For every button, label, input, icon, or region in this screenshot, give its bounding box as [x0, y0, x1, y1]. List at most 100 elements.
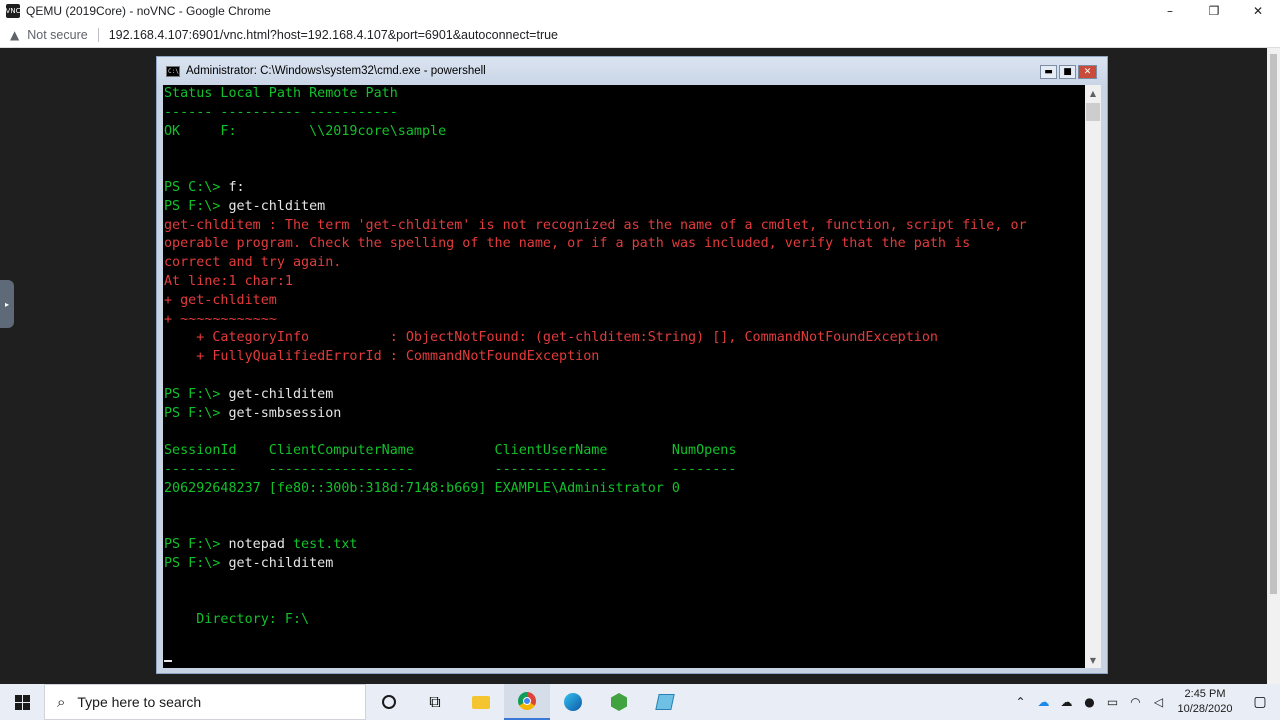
- console-line: ------ ---------- -----------: [164, 104, 1085, 123]
- console-text: Status Local Path Remote Path ------ ----…: [163, 85, 1085, 630]
- console-segment: Status Local Path Remote Path: [164, 86, 398, 101]
- console-segment: get-childitem: [228, 386, 334, 402]
- vnc-canvas[interactable]: ▸ C:\ Administrator: C:\Windows\system32…: [0, 48, 1280, 684]
- console-line: PS F:\> get-chlditem: [164, 198, 1085, 217]
- console-segment: operable program. Check the spelling of …: [164, 236, 971, 252]
- browser-close-button[interactable]: ✕: [1236, 0, 1280, 22]
- browser-minimize-button[interactable]: –: [1148, 0, 1192, 22]
- scroll-thumb[interactable]: [1086, 103, 1100, 121]
- server-app-button[interactable]: [596, 684, 642, 720]
- system-tray: ⌃ ☁ ☁ ● ▭ ◠ ◁ 2:45 PM 10/28/2020 ▢: [1009, 684, 1280, 720]
- console-segment: --------- ------------------ -----------…: [164, 461, 737, 477]
- address-bar[interactable]: ▲ Not secure 192.168.4.107:6901/vnc.html…: [0, 22, 1280, 48]
- vnc-app-icon: VNC: [6, 4, 20, 18]
- wifi-icon[interactable]: ◠: [1124, 695, 1147, 709]
- console-segment: SessionId ClientComputerName ClientUserN…: [164, 443, 737, 459]
- warning-icon[interactable]: ▲: [10, 28, 19, 42]
- console-segment: get-chlditem : The term 'get-chlditem' i…: [164, 217, 1027, 233]
- browser-maximize-button[interactable]: ❐: [1192, 0, 1236, 22]
- speaker-icon[interactable]: ◁: [1147, 695, 1170, 709]
- console-segment: At line:1 char:1: [164, 273, 293, 289]
- chrome-icon: [518, 692, 536, 710]
- page-scrollbar[interactable]: [1267, 48, 1280, 684]
- cmd-title-bar[interactable]: C:\ Administrator: C:\Windows\system32\c…: [157, 57, 1107, 85]
- cmd-maximize-button[interactable]: ■: [1059, 65, 1076, 79]
- console-line: + FullyQualifiedErrorId : CommandNotFoun…: [164, 348, 1085, 367]
- notification-center-icon[interactable]: ▢: [1240, 694, 1280, 710]
- cmd-minimize-button[interactable]: ▬: [1040, 65, 1057, 79]
- network-icon[interactable]: ▭: [1101, 695, 1124, 709]
- taskbar-clock[interactable]: 2:45 PM 10/28/2020: [1174, 687, 1236, 717]
- clock-date: 10/28/2020: [1177, 703, 1233, 715]
- taskbar: ⌕ Type here to search ⧉ ⌃ ☁ ☁ ● ▭ ◠ ◁ 2:…: [0, 684, 1280, 720]
- cmd-icon: C:\: [166, 65, 180, 77]
- console-line: PS F:\> notepad test.txt: [164, 536, 1085, 555]
- cmd-window[interactable]: C:\ Administrator: C:\Windows\system32\c…: [156, 56, 1108, 674]
- console-line: PS F:\> get-smbsession: [164, 405, 1085, 424]
- console-line: operable program. Check the spelling of …: [164, 235, 1085, 254]
- console-segment: Directory: F:\: [164, 612, 310, 628]
- console-segment: + get-chlditem: [164, 292, 277, 308]
- scroll-down-arrow-icon[interactable]: ▼: [1085, 652, 1101, 668]
- console-line: + ~~~~~~~~~~~~: [164, 311, 1085, 330]
- console-segment: PS F:\>: [164, 386, 229, 402]
- novnc-sidebar-handle[interactable]: ▸: [0, 280, 14, 328]
- console-segment: PS F:\>: [164, 405, 229, 421]
- console-segment: get-smbsession: [228, 405, 342, 421]
- console-line: Directory: F:\: [164, 611, 1085, 630]
- onedrive-icon[interactable]: ☁: [1032, 695, 1055, 709]
- cmd-close-button[interactable]: ✕: [1078, 65, 1097, 79]
- file-explorer-icon: [472, 695, 490, 709]
- start-button[interactable]: [0, 684, 44, 720]
- security-label[interactable]: Not secure: [27, 28, 87, 42]
- notes-app-icon: [655, 694, 675, 710]
- console-segment: test.txt: [293, 537, 358, 553]
- cortana-button[interactable]: [366, 684, 412, 720]
- console-line: At line:1 char:1: [164, 273, 1085, 292]
- console-line: SessionId ClientComputerName ClientUserN…: [164, 442, 1085, 461]
- console-segment: 206292648237 [fe80::300b:318d:7148:b669]…: [164, 480, 680, 496]
- clock-time: 2:45 PM: [1184, 688, 1226, 700]
- cmd-scrollbar[interactable]: ▲ ▼: [1085, 85, 1101, 668]
- console-line: PS F:\> get-childitem: [164, 555, 1085, 574]
- task-view-button[interactable]: ⧉: [412, 684, 458, 720]
- console-line: PS F:\> get-childitem: [164, 386, 1085, 405]
- console-segment: + CategoryInfo : ObjectNotFound: (get-ch…: [164, 330, 938, 346]
- cmd-title: Administrator: C:\Windows\system32\cmd.e…: [186, 65, 486, 77]
- console-segment: + ~~~~~~~~~~~~: [164, 311, 277, 327]
- file-explorer-button[interactable]: [458, 684, 504, 720]
- console-line: Status Local Path Remote Path: [164, 85, 1085, 104]
- console-line: + CategoryInfo : ObjectNotFound: (get-ch…: [164, 329, 1085, 348]
- cmd-window-controls: ▬ ■ ✕: [1040, 65, 1097, 79]
- search-placeholder: Type here to search: [77, 694, 202, 710]
- browser-window-controls: – ❐ ✕: [1148, 0, 1280, 22]
- taskbar-search[interactable]: ⌕ Type here to search: [44, 684, 366, 720]
- edge-taskbar-button[interactable]: [550, 684, 596, 720]
- text-cursor: [164, 660, 172, 662]
- chrome-taskbar-button[interactable]: [504, 684, 550, 720]
- address-divider: [97, 27, 99, 42]
- console-line: PS C:\> f:: [164, 179, 1085, 198]
- console-segment: PS F:\>: [164, 537, 229, 553]
- console-segment: correct and try again.: [164, 255, 342, 271]
- scroll-up-arrow-icon[interactable]: ▲: [1085, 85, 1101, 101]
- console-segment: OK F: \\2019core\sample: [164, 123, 447, 139]
- console-segment: get-childitem: [228, 555, 334, 571]
- search-icon: ⌕: [57, 693, 66, 711]
- chevron-up-icon[interactable]: ⌃: [1009, 695, 1032, 709]
- page-scroll-thumb[interactable]: [1270, 54, 1277, 594]
- console-line: correct and try again.: [164, 254, 1085, 273]
- notes-app-button[interactable]: [642, 684, 688, 720]
- console-output[interactable]: Status Local Path Remote Path ------ ----…: [163, 85, 1085, 668]
- microphone-icon[interactable]: ●: [1078, 695, 1101, 709]
- url-text[interactable]: 192.168.4.107:6901/vnc.html?host=192.168…: [109, 28, 558, 42]
- browser-title: QEMU (2019Core) - noVNC - Google Chrome: [26, 4, 271, 18]
- console-segment: PS F:\>: [164, 555, 229, 571]
- cloud-icon[interactable]: ☁: [1055, 695, 1078, 709]
